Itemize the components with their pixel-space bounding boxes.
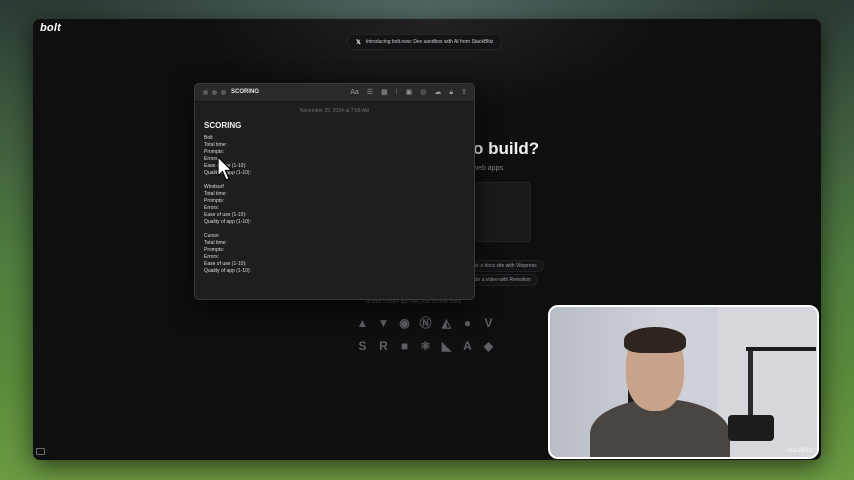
qwik-icon[interactable]: ● xyxy=(460,315,475,330)
analog-icon[interactable]: ◣ xyxy=(439,338,454,353)
section-windsurf: Windsurf Total time: Prompts: Errors: Ea… xyxy=(204,184,474,226)
note-line: Ease of use (1-10): xyxy=(204,261,247,267)
section-bolt: Bolt Total time: Prompts: Errors: Ease o… xyxy=(204,135,474,177)
note-heading: SCORING xyxy=(204,121,242,130)
font-format-icon[interactable]: Aa xyxy=(350,87,359,98)
note-line: Total time: xyxy=(204,191,227,197)
slidev-icon[interactable]: S xyxy=(355,338,370,353)
react-icon[interactable]: ⚛ xyxy=(418,338,433,353)
note-line: Total time: xyxy=(204,240,227,246)
suggestion-chip-docs[interactable]: ate a docs site with Vitepress xyxy=(465,260,544,272)
audio-icon[interactable]: ⁞ xyxy=(396,87,398,98)
note-line: Quality of app (1-10): xyxy=(204,219,251,225)
note-line: Quality of app (1-10): xyxy=(204,170,251,176)
checklist-icon[interactable]: ☰ xyxy=(367,87,373,98)
note-line: Quality of app (1-10): xyxy=(204,268,251,274)
astro-icon[interactable]: ▲ xyxy=(355,315,370,330)
x-logo-icon: 𝕏 xyxy=(356,39,361,46)
framework-row-1: ▲ ▼ ◉ Ⓝ ◭ ● V xyxy=(355,315,496,331)
table-icon[interactable]: ▦ xyxy=(381,87,388,98)
lock-icon[interactable]: 🔒︎ xyxy=(449,87,453,98)
section-title: Bolt xyxy=(204,135,213,141)
vue-icon[interactable]: V xyxy=(481,315,496,330)
framework-row-2: S R ■ ⚛ ◣ A ◆ xyxy=(355,338,496,353)
webcam-microphone xyxy=(728,415,774,441)
announcement-text: Introducing bolt.new: Dev sandbox with A… xyxy=(365,39,494,45)
window-controls xyxy=(203,90,226,95)
section-cursor: Cursor Total time: Prompts: Errors: Ease… xyxy=(204,233,474,275)
hero-title: o build? xyxy=(473,139,540,158)
minimize-button[interactable] xyxy=(212,90,217,95)
note-line: Ease of use (1-10): xyxy=(204,212,247,218)
svelte-icon[interactable]: ◆ xyxy=(481,338,496,353)
nextjs-icon[interactable]: Ⓝ xyxy=(418,315,433,330)
angular-icon[interactable]: A xyxy=(460,338,475,353)
section-title: Windsurf xyxy=(204,184,224,190)
bolt-logo[interactable]: bolt xyxy=(40,22,61,34)
note-line: Ease of use (1-10): xyxy=(204,163,247,169)
section-title: Cursor xyxy=(204,233,220,239)
vite-icon[interactable]: ▼ xyxy=(376,315,391,330)
close-button[interactable] xyxy=(203,90,208,95)
typescript-icon[interactable]: ■ xyxy=(397,338,412,353)
announcement-pill[interactable]: 𝕏 Introducing bolt.new: Dev sandbox with… xyxy=(347,34,503,50)
note-line: Errors: xyxy=(204,205,219,211)
note-line: Prompts: xyxy=(204,247,225,253)
zoom-button[interactable] xyxy=(221,90,226,95)
hero-subtitle: web apps. xyxy=(473,165,505,172)
suggestion-chip-video[interactable]: ode a video with Remotion xyxy=(465,274,538,286)
notes-toolbar-icons: Aa ☰ ▦ ⁞ ▣ ◎ ☁ 🔒︎ ⇪ xyxy=(350,87,467,98)
notes-window-title: SCORING xyxy=(231,89,260,95)
notes-window: SCORING Aa ☰ ▦ ⁞ ▣ ◎ ☁ 🔒︎ ⇪ November 25,… xyxy=(194,83,475,300)
note-body[interactable]: SCORING Bolt Total time: Prompts: Errors… xyxy=(195,114,474,275)
webcam-label: StackBlitz xyxy=(786,448,813,454)
note-line: Total time: xyxy=(204,142,227,148)
note-line: Prompts: xyxy=(204,198,225,204)
sidebar-toggle-icon[interactable] xyxy=(36,448,45,455)
webcam-mic-stand xyxy=(748,351,753,421)
remotion-icon[interactable]: R xyxy=(376,338,391,353)
remix-icon[interactable]: ◭ xyxy=(439,315,454,330)
collaborate-icon[interactable]: ◎ xyxy=(420,87,426,98)
webcam-person-hair xyxy=(624,327,686,353)
nuxt-icon[interactable]: ◉ xyxy=(397,315,412,330)
note-line: Errors: xyxy=(204,156,219,162)
share-icon[interactable]: ⇪ xyxy=(461,87,467,98)
webcam-overlay: StackBlitz xyxy=(548,305,819,459)
webcam-mic-arm xyxy=(746,347,816,351)
link-icon[interactable]: ☁ xyxy=(434,87,441,98)
note-line: Prompts: xyxy=(204,149,225,155)
prompt-input[interactable] xyxy=(473,182,531,242)
notes-toolbar: SCORING Aa ☰ ▦ ⁞ ▣ ◎ ☁ 🔒︎ ⇪ xyxy=(195,84,474,102)
note-line: Errors: xyxy=(204,254,219,260)
media-icon[interactable]: ▣ xyxy=(406,87,413,98)
